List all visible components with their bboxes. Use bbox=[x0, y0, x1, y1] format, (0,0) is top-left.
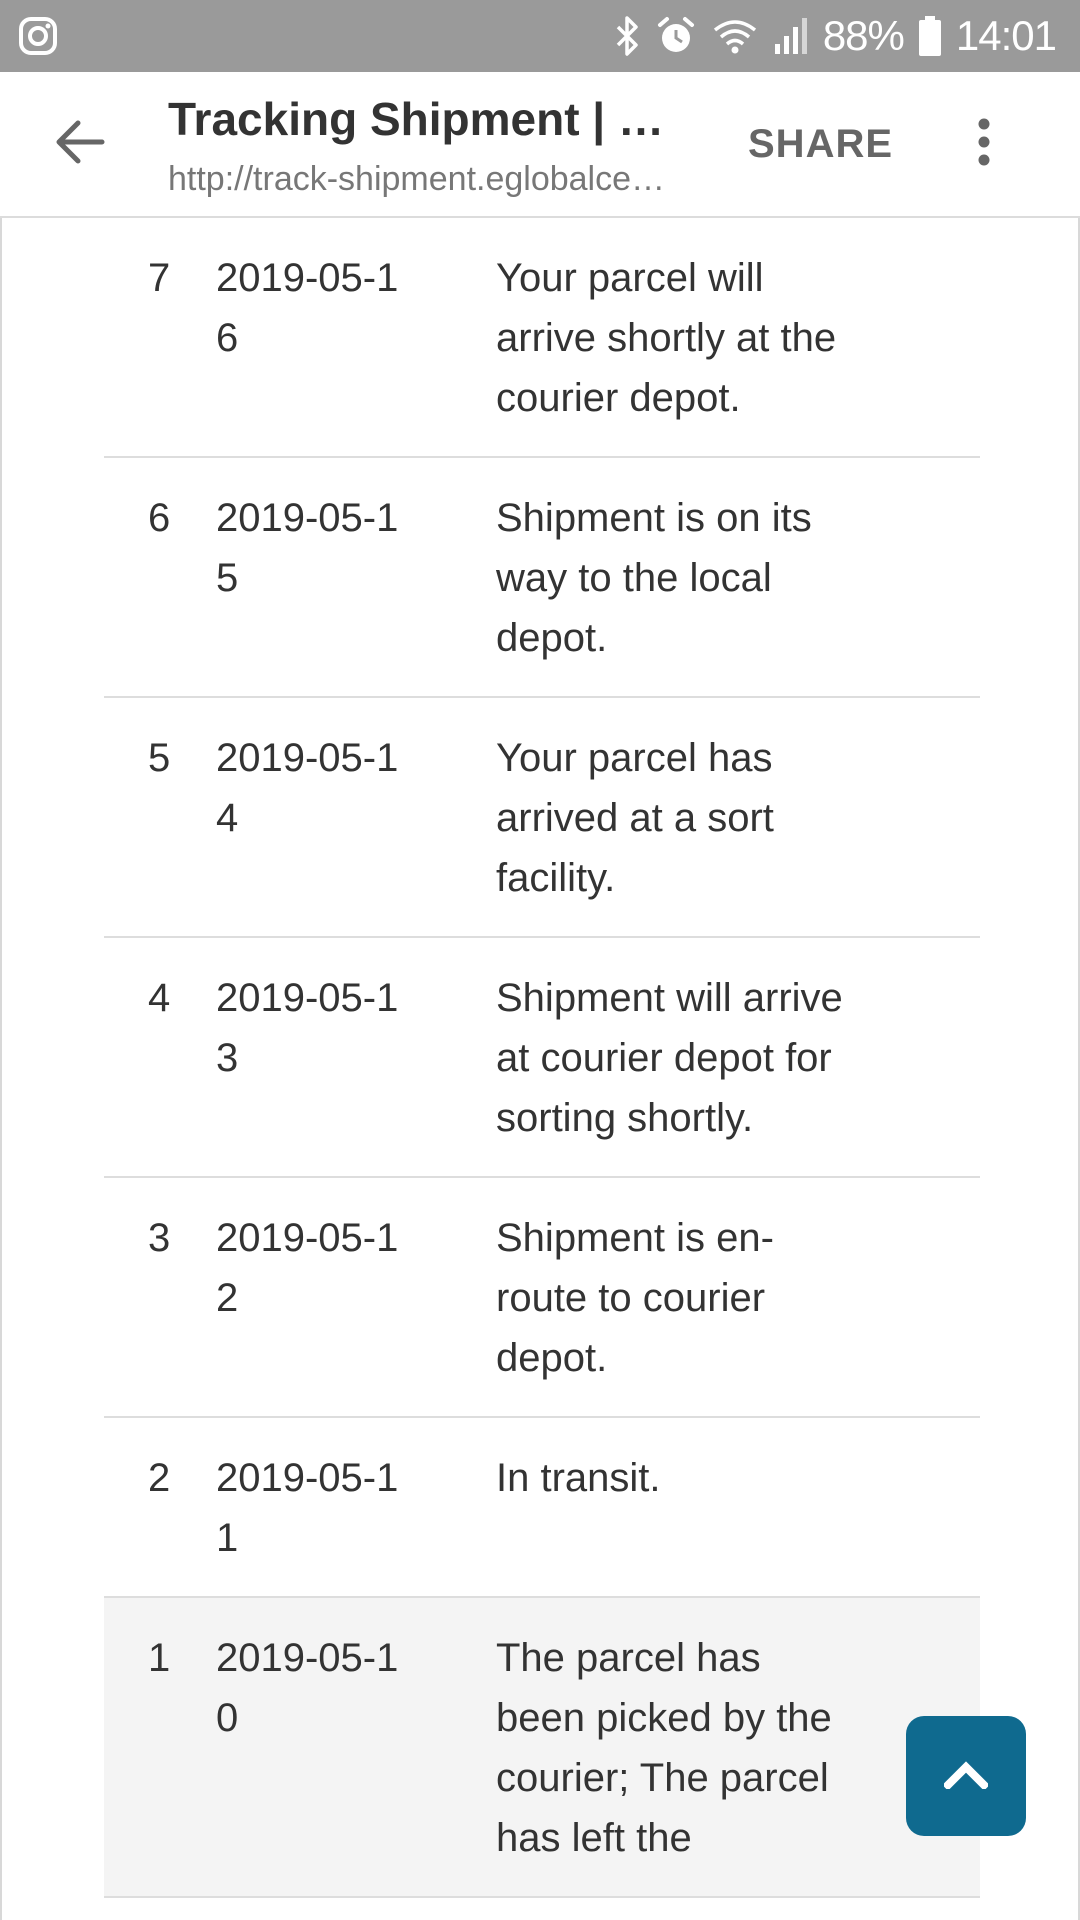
browser-toolbar: Tracking Shipment | eG… http://track-shi… bbox=[0, 72, 1080, 218]
more-vert-icon bbox=[977, 118, 991, 171]
row-status: Shipment is on its way to the local depo… bbox=[496, 496, 812, 660]
row-status: The parcel has been picked by the courie… bbox=[496, 1636, 832, 1860]
row-number: 1 bbox=[148, 1636, 171, 1680]
row-date: 2019-05-13 bbox=[216, 976, 399, 1080]
back-button[interactable] bbox=[44, 108, 116, 180]
table-row: 6 2019-05-15 Shipment is on its way to t… bbox=[104, 458, 980, 698]
table-row: 5 2019-05-14 Your parcel has arrived at … bbox=[104, 698, 980, 938]
instagram-icon bbox=[18, 16, 58, 56]
row-status: Your parcel has arrived at a sort facili… bbox=[496, 736, 774, 900]
row-date: 2019-05-10 bbox=[216, 1636, 399, 1740]
battery-icon bbox=[918, 15, 942, 57]
table-row: 3 2019-05-12 Shipment is en-route to cou… bbox=[104, 1178, 980, 1418]
overflow-menu-button[interactable] bbox=[960, 108, 1008, 180]
row-date: 2019-05-16 bbox=[216, 256, 399, 360]
wifi-icon bbox=[711, 16, 759, 56]
row-date: 2019-05-12 bbox=[216, 1216, 399, 1320]
bluetooth-icon bbox=[615, 15, 641, 57]
row-number: 6 bbox=[148, 496, 171, 540]
table-row: 4 2019-05-13 Shipment will arrive at cou… bbox=[104, 938, 980, 1178]
row-status: Shipment is en-route to courier depot. bbox=[496, 1216, 774, 1380]
row-status: In transit. bbox=[496, 1456, 661, 1500]
row-status: Your parcel will arrive shortly at the c… bbox=[496, 256, 837, 420]
row-status: Shipment will arrive at courier depot fo… bbox=[496, 976, 843, 1140]
table-row: 2 2019-05-11 In transit. bbox=[104, 1418, 980, 1598]
scroll-to-top-button[interactable] bbox=[906, 1716, 1026, 1836]
status-bar: 88% 14:01 bbox=[0, 0, 1080, 72]
row-number: 7 bbox=[148, 256, 171, 300]
arrow-left-icon bbox=[54, 118, 106, 171]
table-row: 7 2019-05-16 Your parcel will arrive sho… bbox=[104, 218, 980, 458]
row-number: 5 bbox=[148, 736, 171, 780]
page-title: Tracking Shipment | eG… bbox=[168, 93, 688, 145]
battery-percent: 88% bbox=[822, 12, 905, 59]
row-date: 2019-05-15 bbox=[216, 496, 399, 600]
row-date: 2019-05-11 bbox=[216, 1456, 399, 1560]
row-number: 3 bbox=[148, 1216, 171, 1260]
row-number: 2 bbox=[148, 1456, 171, 1500]
row-date: 2019-05-14 bbox=[216, 736, 399, 840]
alarm-icon bbox=[655, 15, 697, 57]
tracking-table: 7 2019-05-16 Your parcel will arrive sho… bbox=[104, 218, 980, 1898]
chevron-up-icon bbox=[942, 1759, 990, 1794]
status-indicators: 88% 14:01 bbox=[615, 0, 1057, 72]
clock-time: 14:01 bbox=[955, 12, 1057, 59]
row-number: 4 bbox=[148, 976, 171, 1020]
page-content[interactable]: 7 2019-05-16 Your parcel will arrive sho… bbox=[0, 218, 1080, 1920]
page-url: http://track-shipment.eglobalce… bbox=[168, 160, 666, 198]
table-row: 1 2019-05-10 The parcel has been picked … bbox=[104, 1598, 980, 1898]
share-button[interactable]: SHARE bbox=[748, 122, 893, 167]
signal-icon bbox=[773, 16, 809, 56]
